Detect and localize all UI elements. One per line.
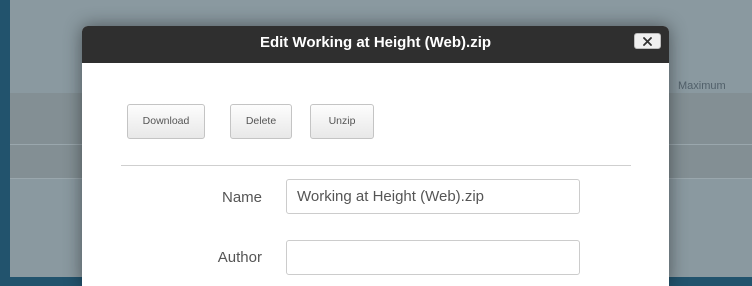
name-label: Name <box>221 189 262 206</box>
background-column-header: Maximum <box>678 80 726 92</box>
edit-file-dialog: Edit Working at Height (Web).zip Downloa… <box>82 26 669 286</box>
dialog-header: Edit Working at Height (Web).zip <box>82 26 669 63</box>
download-button[interactable]: Download <box>127 104 205 139</box>
close-button[interactable] <box>634 33 661 49</box>
close-icon <box>643 36 652 46</box>
name-field[interactable]: Working at Height (Web).zip <box>286 179 580 214</box>
delete-button[interactable]: Delete <box>230 104 292 139</box>
divider <box>121 165 631 166</box>
author-label: Author <box>217 249 262 266</box>
author-field[interactable] <box>286 240 580 275</box>
dialog-title: Edit Working at Height (Web).zip <box>259 34 492 51</box>
unzip-button[interactable]: Unzip <box>310 104 374 139</box>
